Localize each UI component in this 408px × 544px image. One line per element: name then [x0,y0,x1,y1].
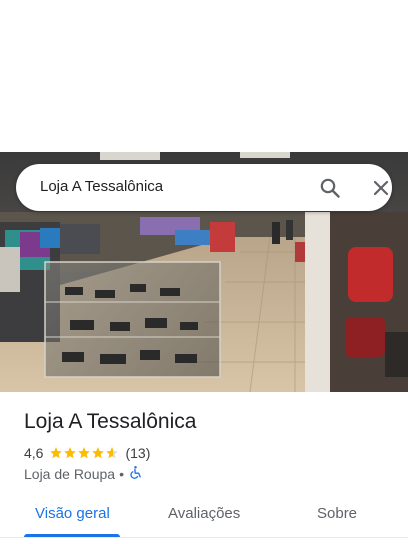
star-rating [49,446,119,460]
rating-row[interactable]: 4,6 (13) [24,444,150,462]
search-bar[interactable]: Loja A Tessalônica [16,164,392,211]
tabs-divider [0,537,408,538]
star-icon [92,447,105,459]
star-icon [64,447,77,459]
top-blank-area [0,0,408,152]
place-category[interactable]: Loja de Roupa [24,466,115,482]
tab-reviews[interactable]: Avaliações [168,505,240,522]
review-count[interactable]: (13) [125,445,150,461]
place-title: Loja A Tessalônica [24,410,197,433]
place-info-panel: Loja A Tessalônica 4,6 (13) Loja de Roup… [0,392,408,544]
close-icon[interactable] [369,176,393,200]
search-icon[interactable] [318,176,342,200]
wheelchair-icon [128,465,143,483]
separator-dot: • [119,466,124,482]
tab-overview[interactable]: Visão geral [35,505,110,522]
tab-about[interactable]: Sobre [317,505,357,522]
star-icon [78,447,91,459]
rating-value: 4,6 [24,445,44,461]
place-tabs: Visão geral Avaliações Sobre [0,495,408,540]
star-icon [50,447,63,459]
search-input[interactable]: Loja A Tessalônica [40,178,163,195]
star-icon [106,447,119,459]
category-row: Loja de Roupa • [24,465,143,483]
